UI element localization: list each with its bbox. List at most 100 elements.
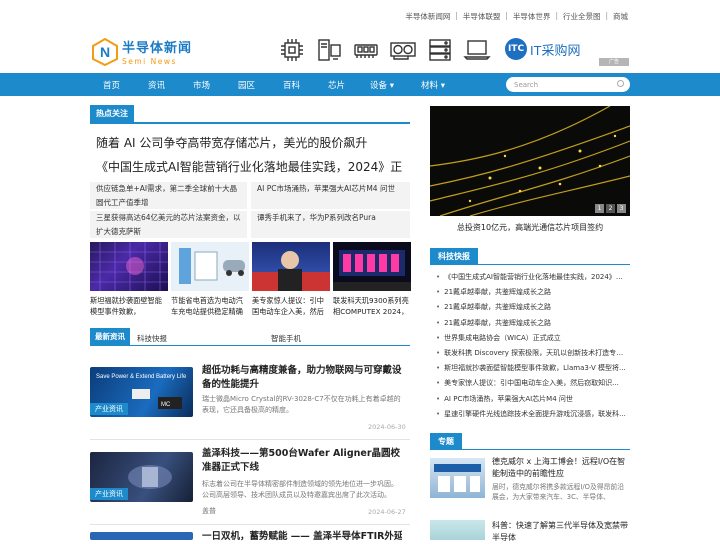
special-image[interactable] [430,520,485,540]
special-item-summary: 届时，德克威尔将携多款远程I/O及得昂前沿展会，为大家带来汽车、3C、半导体、 [492,483,624,501]
divider [90,524,410,525]
tab-smartphone[interactable]: 智能手机 [271,333,301,344]
thumb-image-speaker[interactable] [252,242,330,291]
article-source: 盖普 [202,507,216,515]
article-title[interactable]: 盖泽科技——第500台Wafer Aligner晶圆校准器正式下线 [202,447,402,475]
list-item[interactable]: 世界集成电路协会（WICA）正式成立 [436,331,628,346]
divider [90,122,410,124]
hot-grid-item[interactable]: 谭秀手机来了，华为P系列改名Pura [251,211,410,238]
thumb-caption[interactable]: 美专家惊人提议：引中国电动车企入美，然后窃 [252,295,330,317]
memory-module-icon[interactable] [351,36,380,63]
search-box[interactable]: Search [506,77,630,92]
nav-market[interactable]: 市场 [193,79,210,91]
hot-headline-1[interactable]: 随着 AI 公司争夺高带宽存储芯片，美光的股价飙升 [96,134,367,151]
search-icon[interactable] [617,80,624,87]
nav-news[interactable]: 资讯 [148,79,165,91]
article-date: 2024-06-27 [368,508,406,516]
list-item[interactable]: 《中国生成式AI智能营销行业化落地最佳实践，2024》正... [436,270,628,285]
article-title[interactable]: 超低功耗与高精度兼备，助力物联网与可穿戴设备的性能提升 [202,364,402,392]
nav-park[interactable]: 园区 [238,79,255,91]
logo-text: 半导体新闻 Semi News [122,37,192,66]
hot-grid-item[interactable]: 三星获得高达64亿美元的芯片法案资金，以扩大德克萨斯 [90,211,247,238]
list-item[interactable]: AI PC市场涌热，苹果强大AI芯片M4 问世 [436,392,628,407]
article-image[interactable]: 产业资讯 [90,452,193,502]
nav-home[interactable]: 首页 [103,79,120,91]
divider: | [505,11,508,20]
special-item-title[interactable]: 德克威尔 x 上海工博会！远程I/O在智能制造中的前瞻性应 [492,456,628,480]
tab-latest[interactable]: 最新资讯 [90,328,130,346]
pager-dot[interactable]: 3 [617,204,626,213]
pager-dot[interactable]: 2 [606,204,615,213]
toplink-mall[interactable]: 商城 [613,11,628,22]
server-tower-icon[interactable] [314,36,343,63]
thumb-caption[interactable]: 节能省电首选为电动汽车充电站提供稳定精确的时 [171,295,249,317]
top-links: 半导体新闻网 | 半导体联盟 | 半导体世界 | 行业全景图 | 商城 [405,11,628,22]
tech-section-title: 科技快报 [430,248,478,265]
toplink-semi-world[interactable]: 半导体世界 [513,11,551,22]
site-logo[interactable]: N 半导体新闻 Semi News [91,37,192,66]
hot-grid-item[interactable]: AI PC市场涌热，苹果强大AI芯片M4 问世 [251,182,410,209]
search-input[interactable]: Search [514,81,538,89]
banner-caption[interactable]: 总投资10亿元，高端光通信芯片项目签约 [430,222,630,233]
list-item[interactable]: 联发科携 Discovery 探索极限，天玑以创新技术打造专业... [436,346,628,361]
svg-text:N: N [100,44,110,60]
article-date: 2024-06-30 [368,423,406,431]
category-badge: 产业资讯 [90,403,128,415]
header: N 半导体新闻 Semi News ITC IT采购网 广告 [0,33,720,73]
toplink-semi-alliance[interactable]: 半导体联盟 [463,11,501,22]
laptop-icon[interactable] [462,36,491,63]
toplink-semi-news[interactable]: 半导体新闻网 [405,11,450,22]
banner-image[interactable]: 1 2 3 [430,106,630,216]
svg-text:Save Power & Extend Battery Li: Save Power & Extend Battery Life [96,374,187,380]
server-rack-icon[interactable] [425,36,454,63]
logo-mark-icon: N [91,37,119,66]
list-item[interactable]: 21戴卓越奉献，共鉴辉煌成长之路 [436,285,628,300]
logo-subtitle: Semi News [122,57,177,66]
nav-equipment[interactable]: 设备 ▾ [370,79,394,91]
main-nav: 首页 资讯 市场 园区 百科 芯片 设备 ▾ 材料 ▾ Search [0,73,720,96]
list-item[interactable]: 21戴卓越奉献，共鉴辉煌成长之路 [436,300,628,315]
special-section-title: 专题 [430,433,462,450]
special-image[interactable] [430,458,485,498]
hot-section-header: 热点关注 [90,105,410,124]
it-logo-mark: ITC [505,38,527,60]
divider: | [555,11,558,20]
nav-materials[interactable]: 材料 ▾ [421,79,445,91]
thumb-caption[interactable]: 联发科天玑9300系列亮相COMPUTEX 2024， [333,295,411,317]
logo-title: 半导体新闻 [122,41,193,56]
nav-chip[interactable]: 芯片 [328,79,345,91]
tab-tech-express[interactable]: 科技快报 [137,333,167,344]
pager-dot[interactable]: 1 [595,204,604,213]
article-image[interactable] [90,532,193,540]
banner-pager: 1 2 3 [595,204,626,213]
category-badge: 产业资讯 [90,488,128,500]
thumb-image-computex[interactable] [333,242,411,291]
article-title[interactable]: 一日双机，蓄势赋能 —— 盖泽半导体FTIR外延膜厚测量 [202,530,402,544]
list-item[interactable]: 星速引擎硬件光线追踪技术全面提升游戏沉浸感，联发科... [436,407,628,422]
hot-section-title: 热点关注 [90,105,134,122]
list-item[interactable]: 美专家惊人提议：引中国电动车企入美，然后窃取知识... [436,376,628,391]
it-logo-text: IT采购网 [530,42,581,58]
latest-tabs: 最新资讯 科技快报 智能手机 [90,328,410,346]
list-item[interactable]: 21戴卓越奉献，共鉴辉煌成长之路 [436,316,628,331]
ad-tag: 广告 [599,58,629,66]
hot-headline-2[interactable]: 《中国生成式AI智能营销行业化落地最佳实践，2024》正 [96,158,410,175]
it-purchase-logo[interactable]: ITC IT采购网 [505,38,581,60]
special-section-header: 专题 [430,433,630,450]
nav-wiki[interactable]: 百科 [283,79,300,91]
divider: | [605,11,608,20]
list-item[interactable]: 斯坦福就抄袭面壁智能模型事件致歉，Llama3-V 模型将... [436,361,628,376]
chip-icon[interactable] [277,36,306,63]
special-item-title[interactable]: 科普：快速了解第三代半导体及宽禁带半导体 [492,520,628,544]
thumb-image-llama[interactable] [90,242,168,291]
thumb-image-charger[interactable] [171,242,249,291]
article-image[interactable]: Save Power & Extend Battery Life MC 产业资讯 [90,367,193,417]
graphics-card-icon[interactable] [388,36,417,63]
tech-news-list: 《中国生成式AI智能营销行业化落地最佳实践，2024》正... 21戴卓越奉献，… [436,270,628,422]
article-summary: 瑞士微晶Micro Crystal的RV-3028-C7不仅在功耗上有着卓越的表… [202,395,401,414]
thumb-caption[interactable]: 斯坦福就抄袭面壁智能模型事件致歉，Llama3-V [90,295,168,317]
toplink-industry-map[interactable]: 行业全景图 [563,11,601,22]
top-bar: 半导体新闻网 | 半导体联盟 | 半导体世界 | 行业全景图 | 商城 [0,0,720,33]
svg-text:MC: MC [161,402,171,408]
hot-grid-item[interactable]: 供应链急单+AI需求，第二季全球前十大晶圆代工产值季增 [90,182,247,209]
